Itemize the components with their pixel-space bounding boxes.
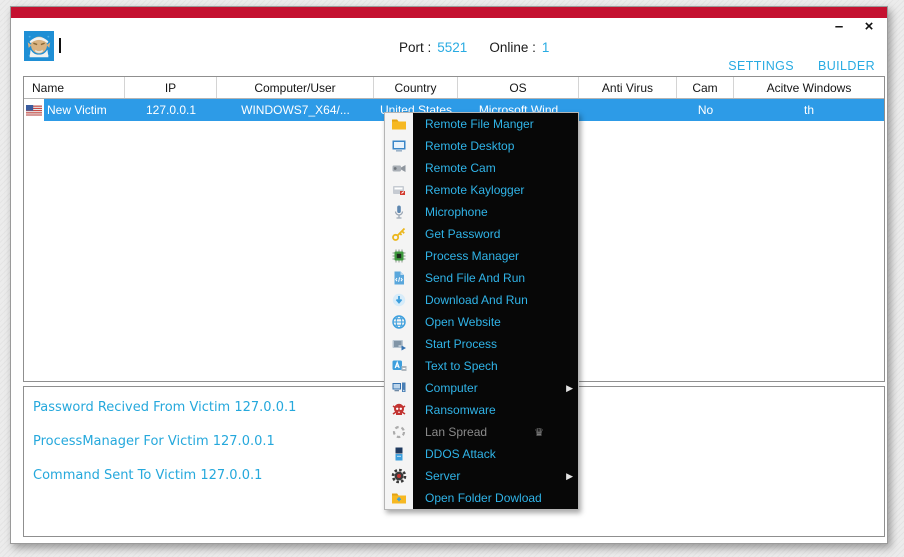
- submenu-arrow-icon: ▶: [566, 471, 573, 482]
- column-header-ip[interactable]: IP: [125, 77, 217, 98]
- builder-link[interactable]: BUILDER: [818, 59, 875, 73]
- online-count: 1: [542, 40, 550, 55]
- menu-item-open-folder-download[interactable]: Open Folder Dowload: [385, 487, 578, 509]
- lan-spread-icon: [391, 424, 407, 440]
- camera-icon: [391, 160, 407, 176]
- column-header-antivirus[interactable]: Anti Virus: [579, 77, 677, 98]
- port-value: 5521: [437, 40, 467, 55]
- cell-name: New Victim: [44, 99, 125, 121]
- column-header-cam[interactable]: Cam: [677, 77, 734, 98]
- cell-active-windows: th: [734, 99, 884, 121]
- menu-item-process-manager[interactable]: Process Manager: [385, 245, 578, 267]
- process-icon: [391, 336, 407, 352]
- globe-icon: [391, 314, 407, 330]
- menu-item-computer[interactable]: Computer ▶: [385, 377, 578, 399]
- menu-item-get-password[interactable]: Get Password: [385, 223, 578, 245]
- menu-item-download-and-run[interactable]: Download And Run: [385, 289, 578, 311]
- microphone-icon: [391, 204, 407, 220]
- row-gutter: [24, 99, 44, 121]
- us-flag-icon: [26, 105, 42, 116]
- column-header-os[interactable]: OS: [458, 77, 579, 98]
- port-label: Port :: [399, 40, 431, 55]
- menu-item-open-website[interactable]: Open Website: [385, 311, 578, 333]
- menu-item-server[interactable]: Server ▶: [385, 465, 578, 487]
- cell-ip: 127.0.0.1: [125, 99, 217, 121]
- top-nav: SETTINGS BUILDER: [728, 59, 875, 73]
- column-header-name[interactable]: Name: [24, 77, 125, 98]
- key-icon: [391, 226, 407, 242]
- title-caret: [59, 38, 61, 53]
- cell-antivirus: [579, 99, 677, 121]
- chip-icon: [391, 248, 407, 264]
- column-header-computer-user[interactable]: Computer/User: [217, 77, 374, 98]
- victim-context-menu: Remote File Manger Remote Desktop Remote…: [384, 112, 579, 510]
- menu-item-microphone[interactable]: Microphone: [385, 201, 578, 223]
- skull-icon: [391, 402, 407, 418]
- menu-item-remote-keylogger[interactable]: Remote Kaylogger: [385, 179, 578, 201]
- app-logo-icon: [24, 31, 54, 61]
- window-controls: – ×: [831, 19, 877, 35]
- settings-link[interactable]: SETTINGS: [728, 59, 794, 73]
- cell-cam: No: [677, 99, 734, 121]
- main-window: – × Port : 5521 Online : 1 SETTINGS BUIL…: [10, 6, 888, 544]
- column-header-active-windows[interactable]: Acitve Windows: [734, 77, 884, 98]
- status-bar: Port : 5521 Online : 1: [399, 40, 549, 55]
- menu-item-remote-desktop[interactable]: Remote Desktop: [385, 135, 578, 157]
- gear-icon: [391, 468, 407, 484]
- table-header: Name IP Computer/User Country OS Anti Vi…: [24, 77, 884, 99]
- text-to-speech-icon: [391, 358, 407, 374]
- menu-item-send-file-and-run[interactable]: Send File And Run: [385, 267, 578, 289]
- column-header-country[interactable]: Country: [374, 77, 458, 98]
- minimize-button[interactable]: –: [831, 19, 847, 35]
- keylogger-icon: [391, 182, 407, 198]
- menu-item-remote-cam[interactable]: Remote Cam: [385, 157, 578, 179]
- menu-item-start-process[interactable]: Start Process: [385, 333, 578, 355]
- menu-item-ransomware[interactable]: Ransomware: [385, 399, 578, 421]
- cell-computer-user: WINDOWS7_X64/...: [217, 99, 374, 121]
- close-button[interactable]: ×: [861, 19, 877, 35]
- file-icon: [391, 270, 407, 286]
- menu-item-remote-file-manager[interactable]: Remote File Manger: [385, 113, 578, 135]
- menu-item-text-to-speech[interactable]: Text to Spech: [385, 355, 578, 377]
- titlebar-red-stripe: [11, 7, 887, 18]
- crown-icon: ♛: [534, 426, 544, 439]
- menu-item-lan-spread: Lan Spread ♛: [385, 421, 578, 443]
- ddos-icon: [391, 446, 407, 462]
- desktop-icon: [391, 138, 407, 154]
- download-icon: [391, 292, 407, 308]
- menu-item-ddos-attack[interactable]: DDOS Attack: [385, 443, 578, 465]
- folder-icon: [391, 116, 407, 132]
- online-label: Online :: [489, 40, 536, 55]
- computer-icon: [391, 380, 407, 396]
- submenu-arrow-icon: ▶: [566, 383, 573, 394]
- folder-plus-icon: [391, 490, 407, 506]
